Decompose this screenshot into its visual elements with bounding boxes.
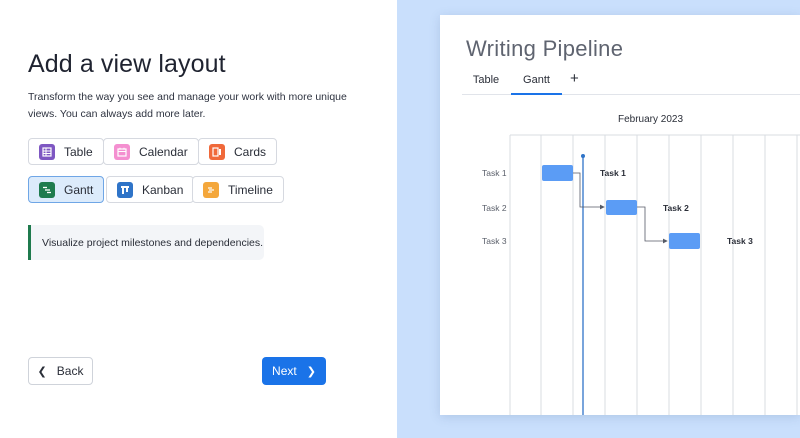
gantt-bar-task-1 [542,165,573,181]
gantt-bar-label: Task 2 [663,203,689,213]
gantt-bar-label: Task 3 [727,236,753,246]
gantt-chart [509,134,800,415]
dependency-arrow-1-2 [573,172,605,210]
gantt-bar-label: Task 1 [600,168,626,178]
gantt-bar-task-3 [669,233,700,249]
today-marker-dot [581,154,585,158]
gantt-bar-task-2 [606,200,637,215]
gantt-row-label: Task 1 [482,168,507,178]
gantt-row-label: Task 2 [482,203,507,213]
gantt-row-label: Task 3 [482,236,507,246]
